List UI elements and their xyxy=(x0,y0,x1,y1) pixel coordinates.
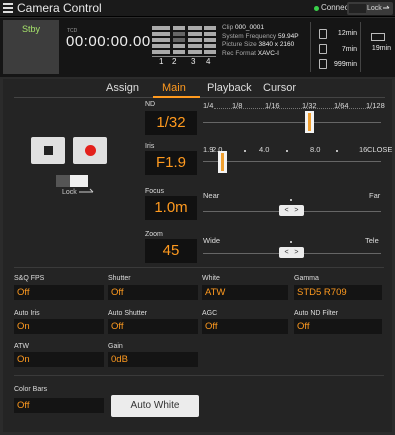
media-c-remaining: 999min xyxy=(334,61,357,68)
stop-icon xyxy=(44,146,53,155)
tab-playback[interactable]: Playback xyxy=(207,82,252,94)
iris-tick xyxy=(336,150,338,152)
iris-slider-track[interactable] xyxy=(203,161,381,162)
auto-iris-label: Auto Iris xyxy=(14,310,40,317)
focus-increase[interactable]: > xyxy=(294,207,298,214)
auto-nd-filter-label: Auto ND Filter xyxy=(294,310,338,317)
nd-slider-thumb[interactable] xyxy=(305,111,314,133)
iris-tick xyxy=(244,150,246,152)
audio-channel-1: 1 xyxy=(159,57,164,66)
audio-channel-3: 3 xyxy=(191,57,196,66)
divider xyxy=(14,267,384,268)
agc-value[interactable]: Off xyxy=(202,319,288,334)
zoom-wide-label: Wide xyxy=(203,236,221,245)
focus-value: 1.0m xyxy=(145,196,197,220)
white-value[interactable]: ATW xyxy=(202,285,288,300)
divider xyxy=(310,22,311,72)
iris-scale-6: CLOSE xyxy=(367,145,393,154)
auto-iris-value[interactable]: On xyxy=(14,319,104,334)
clip-info: Clip 000_0001 System Frequency 59.94P Pi… xyxy=(222,24,299,58)
zoom-stepper[interactable]: < > xyxy=(279,247,304,258)
zoom-center-tick xyxy=(290,241,292,243)
tab-assign[interactable]: Assign xyxy=(106,82,139,94)
nd-slider-track[interactable] xyxy=(203,122,381,123)
media-a-icon xyxy=(319,29,327,39)
gain-value[interactable]: 0dB xyxy=(108,352,198,367)
gamma-value[interactable]: STD5 R709 xyxy=(294,285,382,300)
gamma-label: Gamma xyxy=(294,275,319,282)
gain-label: Gain xyxy=(108,343,123,350)
audio-channel-4: 4 xyxy=(206,57,211,66)
zoom-decrease[interactable]: < xyxy=(284,249,288,256)
zoom-value: 45 xyxy=(145,239,197,263)
tab-main[interactable]: Main xyxy=(162,82,186,94)
nd-scale-1: 1/4 xyxy=(203,101,214,110)
atw-value[interactable]: On xyxy=(14,352,104,367)
shutter-label: Shutter xyxy=(108,275,131,282)
lock-switch-knob xyxy=(349,4,366,13)
zoom-label: Zoom xyxy=(145,231,163,238)
main-panel xyxy=(3,79,392,432)
color-bars-label: Color Bars xyxy=(14,386,48,393)
auto-shutter-value[interactable]: Off xyxy=(108,319,198,334)
iris-tick xyxy=(286,150,288,152)
record-lock-label: Lock xyxy=(62,188,95,196)
focus-far-label: Far xyxy=(369,191,381,200)
agc-label: AGC xyxy=(202,310,218,317)
iris-value: F1.9 xyxy=(145,151,197,175)
nd-value: 1/32 xyxy=(145,111,197,135)
sq-fps-value[interactable]: Off xyxy=(14,285,104,300)
nd-label: ND xyxy=(145,101,156,108)
shutter-value[interactable]: Off xyxy=(108,285,198,300)
divider xyxy=(14,375,384,376)
timecode: 00:00:00.00 xyxy=(66,33,151,50)
battery-icon xyxy=(371,33,385,41)
tab-cursor[interactable]: Cursor xyxy=(263,82,296,94)
focus-decrease[interactable]: < xyxy=(284,207,288,214)
focus-near-label: Near xyxy=(203,191,220,200)
iris-slider-thumb[interactable] xyxy=(218,151,227,173)
battery-remaining: 19min xyxy=(371,45,391,52)
record-state: Stby xyxy=(21,24,40,34)
audio-channel-2: 2 xyxy=(172,57,177,66)
auto-white-button[interactable]: Auto White xyxy=(111,395,199,417)
zoom-tele-label: Tele xyxy=(365,236,379,245)
atw-label: ATW xyxy=(14,343,30,350)
menu-icon[interactable] xyxy=(3,3,13,13)
iris-label: Iris xyxy=(145,143,155,150)
zoom-increase[interactable]: > xyxy=(294,249,298,256)
auto-shutter-label: Auto Shutter xyxy=(108,310,147,317)
clip-row: Clip 000_0001 xyxy=(222,24,264,31)
sq-fps-label: S&Q FPS xyxy=(14,275,45,282)
media-b-remaining: 7min xyxy=(341,46,357,53)
iris-scale-4: 8.0 xyxy=(310,145,321,154)
media-a-remaining: 12min xyxy=(337,30,357,37)
white-label: White xyxy=(202,275,220,282)
active-tab-indicator xyxy=(153,96,200,98)
media-b-icon xyxy=(319,44,327,54)
focus-stepper[interactable]: < > xyxy=(279,205,304,216)
nd-scale-dots xyxy=(214,108,374,109)
rec-format-row: Rec Format XAVC-I xyxy=(222,49,279,57)
divider xyxy=(360,22,361,72)
connection-status-icon xyxy=(314,6,319,11)
auto-nd-filter-value[interactable]: Off xyxy=(294,319,382,334)
iris-scale-3: 4.0 xyxy=(259,145,270,154)
color-bars-value[interactable]: Off xyxy=(14,398,104,413)
focus-label: Focus xyxy=(145,188,165,195)
focus-center-tick xyxy=(290,199,292,201)
picture-size-row: Picture Size 3840 x 2160 xyxy=(222,41,295,48)
system-frequency-row: System Frequency 59.94P xyxy=(222,32,299,40)
record-lock-knob xyxy=(56,175,70,187)
app-title: Camera Control xyxy=(17,1,102,15)
lock-switch-label: Lock xyxy=(367,4,391,12)
record-icon xyxy=(85,145,96,156)
